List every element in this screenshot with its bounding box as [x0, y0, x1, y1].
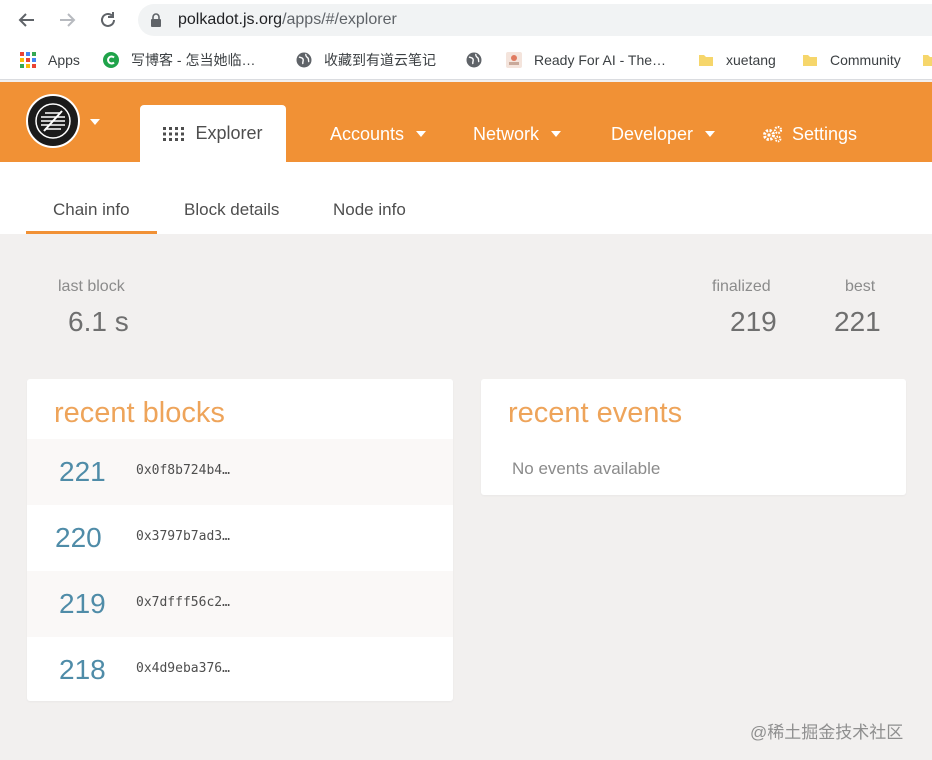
bookmark-label: Community: [830, 52, 901, 68]
bookmarks-bar: Apps 写博客 - 怎当她临… 收藏到有道云笔记 Ready For AI -…: [0, 40, 932, 80]
block-hash[interactable]: 0x0f8b724b4…: [136, 463, 230, 478]
best-label: best: [845, 278, 876, 295]
recent-events-title: recent events: [508, 397, 683, 429]
folder-icon: [923, 55, 932, 66]
recent-events-card: recent events No events available: [481, 379, 906, 495]
bookmark-ready-for-ai[interactable]: Ready For AI - The…: [506, 50, 666, 70]
bookmark-label: Ready For AI - The…: [534, 52, 667, 68]
folder-icon: [699, 55, 713, 66]
reload-button[interactable]: [96, 8, 120, 32]
reload-icon: [101, 12, 115, 27]
menu-developer[interactable]: Developer: [611, 120, 716, 148]
globe-icon: [296, 52, 312, 68]
best-value: 221: [834, 306, 881, 337]
last-block-value: 6.1 s: [68, 306, 129, 337]
chevron-down-icon: [705, 131, 716, 137]
block-number[interactable]: 219: [59, 588, 129, 620]
menu-network[interactable]: Network: [473, 120, 562, 148]
ready-icon: [506, 52, 522, 68]
chain-logo-icon: [35, 103, 71, 139]
chevron-down-icon[interactable]: [90, 119, 100, 125]
bookmark-youdao[interactable]: 收藏到有道云笔记: [296, 50, 436, 70]
menu-accounts[interactable]: Accounts: [330, 120, 427, 148]
block-hash[interactable]: 0x4d9eba376…: [136, 661, 230, 676]
url-text: polkadot.js.org/apps/#/explorer: [178, 11, 397, 29]
folder-icon: [803, 55, 817, 66]
bookmark-xuetang[interactable]: xuetang: [698, 50, 776, 70]
chain-logo[interactable]: [26, 94, 80, 148]
menu-settings[interactable]: Settings: [762, 120, 857, 148]
recent-blocks-card: recent blocks 221 0x0f8b724b4… 220 0x379…: [27, 379, 453, 701]
browser-toolbar: polkadot.js.org/apps/#/explorer: [0, 0, 932, 40]
csdn-icon: [103, 52, 119, 68]
chevron-down-icon: [416, 131, 427, 137]
watermark: @稀土掘金技术社区: [750, 723, 904, 742]
active-tab-indicator: [26, 231, 157, 234]
url-path: /apps/#/explorer: [282, 11, 397, 28]
recent-blocks-title: recent blocks: [54, 397, 225, 429]
forward-button[interactable]: [55, 8, 79, 32]
block-number[interactable]: 221: [59, 456, 129, 488]
menu-network-label: Network: [473, 123, 540, 144]
block-row[interactable]: 218 0x4d9eba376…: [27, 637, 453, 701]
block-number[interactable]: 220: [55, 522, 125, 554]
menu-accounts-label: Accounts: [330, 123, 405, 144]
block-row[interactable]: 221 0x0f8b724b4…: [27, 439, 453, 505]
address-bar[interactable]: polkadot.js.org/apps/#/explorer: [138, 4, 932, 36]
arrow-left-icon: [18, 13, 34, 27]
bookmark-label: 收藏到有道云笔记: [324, 52, 436, 68]
grid-dots-icon: [163, 126, 185, 141]
app-header: Explorer Accounts Network Developer Sett…: [0, 82, 932, 162]
tab-explorer[interactable]: Explorer: [140, 105, 286, 162]
bookmark-label: Apps: [48, 52, 80, 68]
block-number[interactable]: 218: [59, 654, 129, 686]
tab-chain-info[interactable]: Chain info: [53, 200, 130, 220]
menu-developer-label: Developer: [611, 123, 694, 144]
bookmark-community[interactable]: Community: [802, 50, 901, 70]
tab-node-info[interactable]: Node info: [333, 200, 406, 220]
bookmark-overflow[interactable]: [922, 50, 932, 70]
apps-grid-icon: [20, 52, 36, 68]
finalized-label: finalized: [712, 278, 771, 295]
chevron-down-icon: [551, 131, 562, 137]
explorer-subtabs: Chain info Block details Node info: [0, 162, 932, 234]
no-events-text: No events available: [512, 459, 661, 478]
lock-icon: [151, 13, 161, 27]
last-block-label: last block: [58, 278, 125, 295]
bookmark-globe[interactable]: [466, 50, 494, 70]
bookmark-label: xuetang: [726, 52, 776, 68]
gears-icon: [763, 125, 783, 143]
bookmark-csdn[interactable]: 写博客 - 怎当她临…: [103, 50, 255, 70]
url-host: polkadot.js.org: [178, 11, 283, 28]
block-row[interactable]: 219 0x7dfff56c2…: [27, 571, 453, 637]
tab-block-details[interactable]: Block details: [184, 200, 279, 220]
block-hash[interactable]: 0x3797b7ad3…: [136, 529, 230, 544]
menu-settings-label: Settings: [792, 123, 858, 144]
block-hash[interactable]: 0x7dfff56c2…: [136, 595, 230, 610]
bookmark-label: 写博客 - 怎当她临…: [131, 52, 256, 68]
block-row[interactable]: 220 0x3797b7ad3…: [27, 505, 453, 571]
arrow-right-icon: [60, 13, 76, 27]
tab-explorer-label: Explorer: [195, 123, 263, 143]
bookmark-apps[interactable]: Apps: [20, 50, 80, 70]
finalized-value: 219: [730, 306, 777, 337]
globe-icon: [466, 52, 482, 68]
back-button[interactable]: [15, 8, 39, 32]
